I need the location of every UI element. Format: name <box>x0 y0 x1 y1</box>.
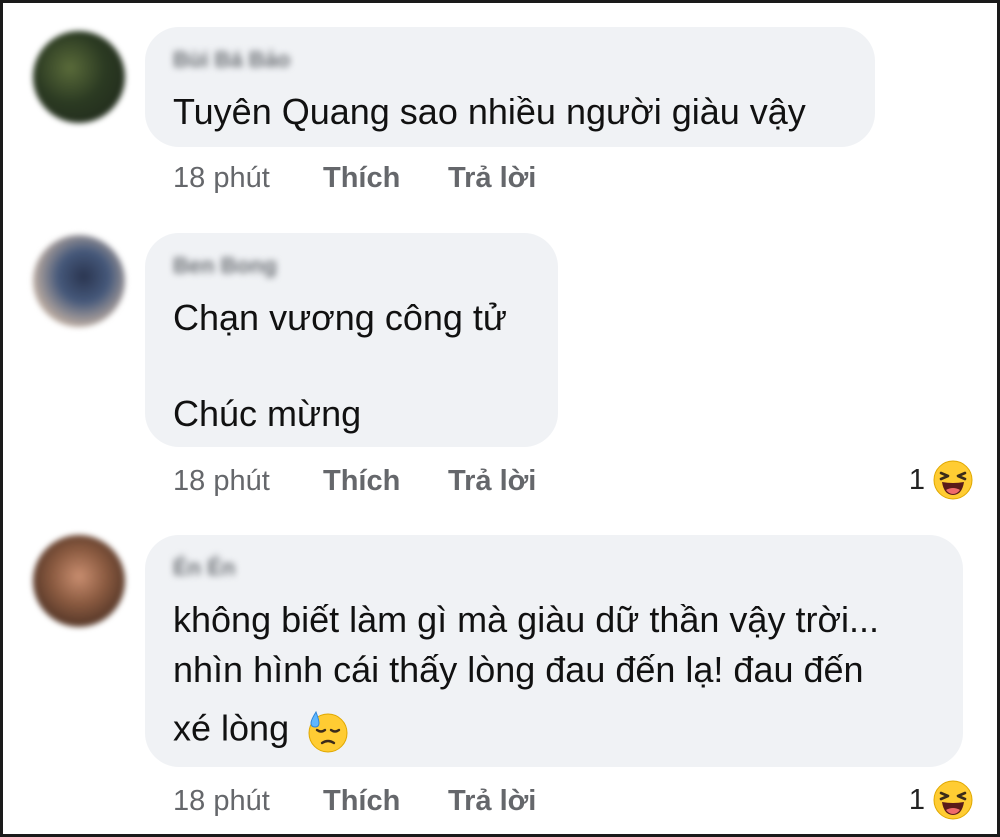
laughing-emoji-icon <box>933 780 973 820</box>
like-button[interactable]: Thích <box>323 785 448 818</box>
comment-thread: Bùi Bá Bảo Tuyên Quang sao nhiều người g… <box>0 0 1000 837</box>
avatar[interactable] <box>33 31 125 123</box>
comment-text: Tuyên Quang sao nhiều người giàu vậy <box>173 91 806 132</box>
like-button[interactable]: Thích <box>323 465 448 498</box>
comment-actions: 18 phút Thích Trả lời <box>173 160 536 196</box>
comment-time[interactable]: 18 phút <box>173 465 323 498</box>
reaction-count: 1 <box>908 783 925 816</box>
comment-author[interactable]: Bùi Bá Bảo <box>173 47 290 73</box>
comment-text-line: Chạn vương công tử <box>173 297 507 338</box>
reaction-summary[interactable]: 1 <box>909 460 973 500</box>
comment-text-line: không biết làm gì mà giàu dữ thần vậy tr… <box>173 599 880 640</box>
reply-button[interactable]: Trả lời <box>448 162 536 195</box>
like-button[interactable]: Thích <box>323 162 448 195</box>
comment-bubble: Én Én không biết làm gì mà giàu dữ thần … <box>145 535 963 767</box>
reply-button[interactable]: Trả lời <box>448 785 536 818</box>
comment-time[interactable]: 18 phút <box>173 785 323 818</box>
comment-text-line: xé lòng <box>173 708 351 754</box>
comment-text-line: Chúc mừng <box>173 393 362 434</box>
avatar[interactable] <box>33 535 125 627</box>
reaction-count: 1 <box>908 463 925 496</box>
comment-author[interactable]: Én Én <box>173 555 235 581</box>
comment-text-line: nhìn hình cái thấy lòng đau đến lạ! đau … <box>173 649 864 690</box>
reply-button[interactable]: Trả lời <box>448 465 536 498</box>
comment-time[interactable]: 18 phút <box>173 162 323 195</box>
laughing-emoji-icon <box>933 460 973 500</box>
comment-actions: 18 phút Thích Trả lời <box>173 783 536 819</box>
comment-bubble: Ben Bong Chạn vương công tử Chúc mừng <box>145 233 558 447</box>
comment-author[interactable]: Ben Bong <box>173 253 277 279</box>
comment-bubble: Bùi Bá Bảo Tuyên Quang sao nhiều người g… <box>145 27 875 147</box>
comment-text-fragment: xé lòng <box>173 707 290 749</box>
comment-actions: 18 phút Thích Trả lời <box>173 463 536 499</box>
downcast-sweat-emoji-icon <box>308 710 348 753</box>
reaction-summary[interactable]: 1 <box>909 780 973 820</box>
avatar[interactable] <box>33 235 125 327</box>
